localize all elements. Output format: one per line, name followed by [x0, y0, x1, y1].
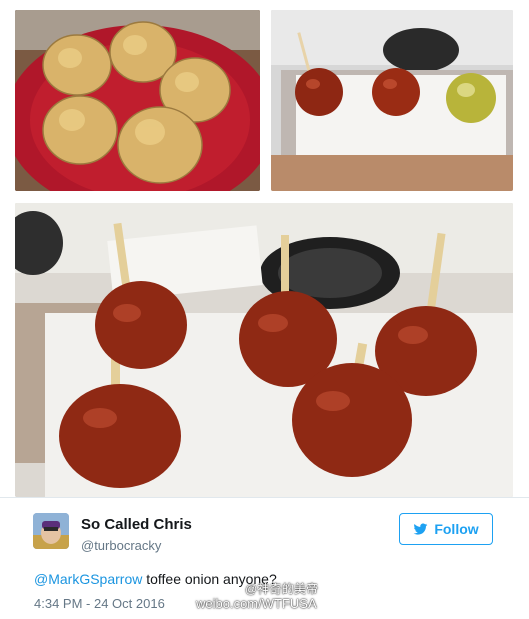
- watermark-line1: @神奇的美帝: [245, 582, 319, 596]
- photo-toffee-onions-large[interactable]: [15, 203, 513, 497]
- follow-label: Follow: [434, 521, 479, 537]
- user-handle[interactable]: @turbocracky: [81, 538, 161, 553]
- twitter-bird-icon: [413, 523, 428, 535]
- display-name[interactable]: So Called Chris: [81, 516, 192, 533]
- photo-toffee-onions-small[interactable]: [271, 10, 513, 191]
- follow-button[interactable]: Follow: [399, 513, 493, 545]
- tweet-timestamp[interactable]: 4:34 PM - 24 Oct 2016: [34, 596, 165, 611]
- onions-plate-image: [15, 10, 260, 191]
- avatar[interactable]: [33, 513, 69, 549]
- tweet-card: So Called Chris @turbocracky Follow @Mar…: [0, 0, 529, 619]
- toffee-onions-large-image: [15, 203, 513, 497]
- mention-link[interactable]: @MarkGSparrow: [34, 571, 142, 587]
- watermark-line2: weibo.com/WTFUSA: [196, 596, 317, 611]
- tweet-text: @MarkGSparrow toffee onion anyone?: [34, 571, 277, 587]
- toffee-onions-small-image: [271, 10, 513, 191]
- photo-onions-plate[interactable]: [15, 10, 260, 191]
- user-avatar-icon: [33, 513, 69, 549]
